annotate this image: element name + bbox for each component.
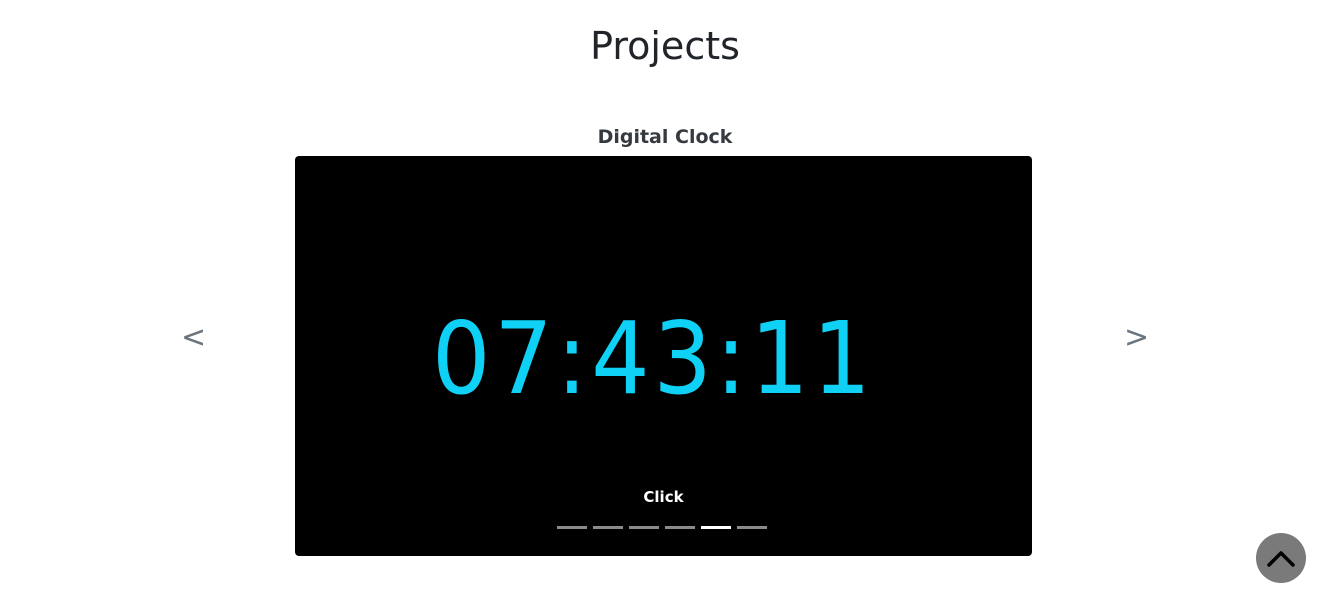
page-title: Projects (590, 24, 740, 68)
chevron-up-icon (1267, 551, 1295, 567)
back-to-top-button[interactable] (1256, 533, 1306, 583)
carousel-indicator-4[interactable] (665, 526, 695, 529)
carousel-indicator-5-active[interactable] (701, 526, 731, 529)
carousel-indicators (557, 526, 767, 530)
slide-caption[interactable]: Click (295, 487, 1032, 507)
carousel-prev-button[interactable]: < (181, 316, 206, 360)
carousel-indicator-6[interactable] (737, 526, 767, 529)
carousel-indicator-2[interactable] (593, 526, 623, 529)
carousel-next-button[interactable]: > (1124, 316, 1149, 360)
clock-display: 07:43:11 (432, 300, 875, 417)
carousel-indicator-3[interactable] (629, 526, 659, 529)
project-title: Digital Clock (597, 126, 733, 148)
carousel-indicator-1[interactable] (557, 526, 587, 529)
page: Projects Digital Clock 07:43:11 Click < … (0, 0, 1330, 602)
